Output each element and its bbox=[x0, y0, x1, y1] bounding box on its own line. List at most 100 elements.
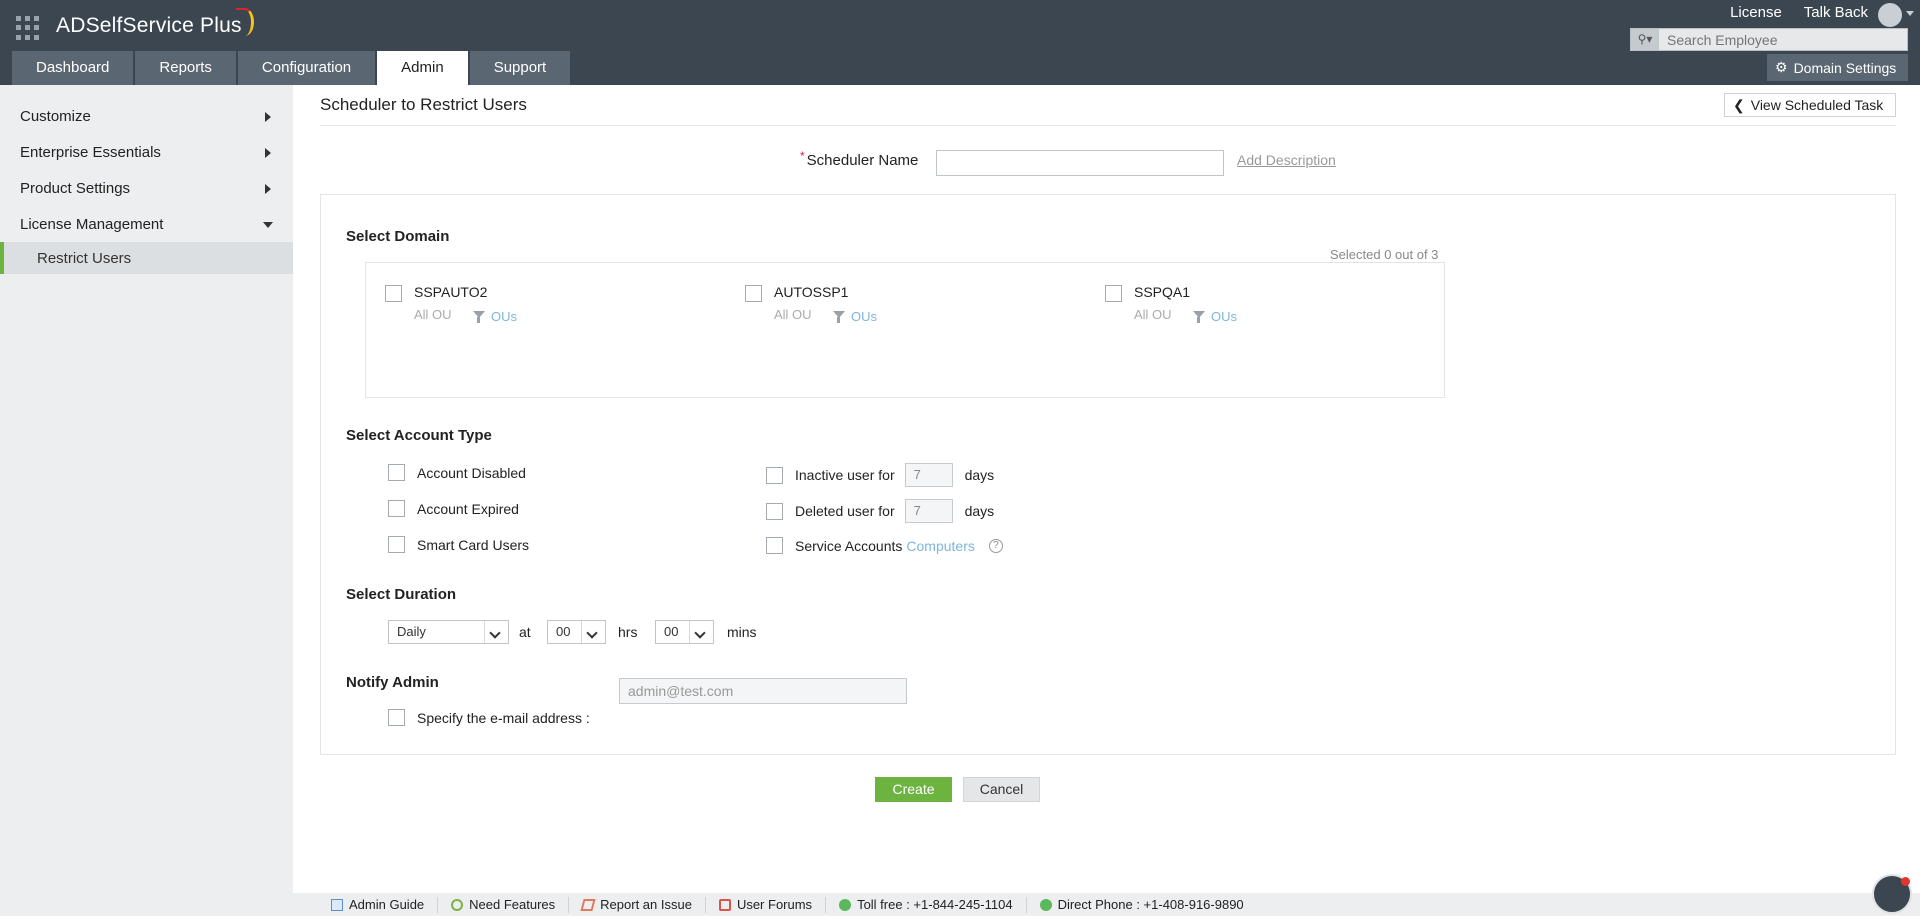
footer-report-issue[interactable]: Report an Issue bbox=[569, 896, 706, 913]
footer-label: Toll free : +1-844-245-1104 bbox=[857, 897, 1013, 912]
footer-direct-phone: Direct Phone : +1-408-916-9890 bbox=[1027, 897, 1257, 913]
days-label: days bbox=[964, 503, 995, 519]
option-label: Service Accounts bbox=[795, 537, 903, 554]
page-title: Scheduler to Restrict Users bbox=[320, 95, 527, 114]
smart-card-users-option[interactable]: Smart Card Users bbox=[388, 536, 529, 553]
domain-list: SSPAUTO2 All OU OUs AUTOSSP1 All OU OUs … bbox=[365, 262, 1445, 398]
top-links: License Talk Back bbox=[1730, 4, 1868, 21]
main-tabs: Dashboard Reports Configuration Admin Su… bbox=[12, 51, 572, 85]
tab-dashboard[interactable]: Dashboard bbox=[12, 51, 134, 85]
domain-checkbox[interactable] bbox=[1105, 285, 1122, 302]
tab-support[interactable]: Support bbox=[469, 51, 571, 85]
footer-need-features[interactable]: Need Features bbox=[438, 896, 570, 913]
checkbox[interactable] bbox=[766, 466, 783, 484]
domain-settings-label: Domain Settings bbox=[1793, 59, 1897, 76]
gear-icon: ⚙ bbox=[1775, 59, 1788, 75]
help-icon[interactable]: ? bbox=[988, 538, 1003, 553]
scheduler-form-panel: Select Domain Selected 0 out of 3 SSPAUT… bbox=[320, 194, 1896, 755]
cancel-button[interactable]: Cancel bbox=[963, 777, 1040, 802]
chevron-down-icon bbox=[581, 621, 605, 643]
scheduler-name-text: Scheduler Name bbox=[806, 152, 919, 169]
checkbox[interactable] bbox=[388, 709, 405, 726]
phone-icon bbox=[1039, 898, 1052, 911]
minutes-select[interactable]: 00 bbox=[655, 620, 714, 644]
scheduler-name-input[interactable] bbox=[936, 150, 1224, 176]
filter-icon[interactable] bbox=[473, 311, 485, 323]
footer-user-forums[interactable]: User Forums bbox=[706, 896, 827, 913]
book-icon bbox=[331, 898, 343, 911]
checkbox[interactable] bbox=[766, 537, 783, 554]
tab-configuration[interactable]: Configuration bbox=[237, 51, 376, 85]
sidebar-item-license-management[interactable]: License Management bbox=[0, 206, 293, 242]
option-label: Account Expired bbox=[417, 500, 519, 517]
checkbox[interactable] bbox=[388, 500, 405, 517]
footer-admin-guide[interactable]: Admin Guide bbox=[318, 896, 439, 913]
checkbox[interactable] bbox=[388, 464, 405, 481]
tab-reports[interactable]: Reports bbox=[135, 51, 236, 85]
option-label: Account Disabled bbox=[417, 464, 526, 481]
add-description-link[interactable]: Add Description bbox=[1237, 152, 1336, 168]
chevron-down-icon[interactable] bbox=[1906, 11, 1914, 16]
sidebar-item-customize[interactable]: Customize bbox=[0, 98, 293, 134]
domain-settings-button[interactable]: ⚙ Domain Settings bbox=[1767, 54, 1908, 81]
hours-value: 00 bbox=[556, 624, 571, 639]
ous-link[interactable]: OUs bbox=[1211, 309, 1237, 324]
hours-select[interactable]: 00 bbox=[547, 620, 606, 644]
domain-checkbox[interactable] bbox=[745, 285, 762, 302]
email-input[interactable]: admin@test.com bbox=[619, 678, 907, 704]
domain-scope: All OU bbox=[774, 307, 812, 322]
computers-link[interactable]: Computers bbox=[906, 538, 974, 554]
footer-label: Report an Issue bbox=[600, 897, 692, 912]
account-disabled-option[interactable]: Account Disabled bbox=[388, 464, 526, 481]
sidebar-item-product-settings[interactable]: Product Settings bbox=[0, 170, 293, 206]
inactive-days-input[interactable]: 7 bbox=[904, 463, 953, 487]
view-scheduled-task-label: View Scheduled Task bbox=[1750, 97, 1884, 113]
notify-email-option[interactable]: Specify the e-mail address : bbox=[388, 709, 590, 726]
footer-bar: Admin Guide Need Features Report an Issu… bbox=[0, 893, 1920, 916]
option-label: Inactive user for bbox=[795, 467, 895, 483]
deleted-days-input[interactable]: 7 bbox=[904, 499, 953, 523]
create-button[interactable]: Create bbox=[875, 777, 952, 802]
search-icon[interactable]: ⚲▾ bbox=[1631, 29, 1659, 50]
at-label: at bbox=[519, 624, 531, 640]
checkbox[interactable] bbox=[766, 502, 783, 520]
inactive-user-option: Inactive user for 7 days bbox=[766, 463, 994, 487]
view-scheduled-task-button[interactable]: ❮ View Scheduled Task bbox=[1724, 93, 1896, 117]
chevron-right-icon bbox=[265, 184, 271, 194]
footer-label: Admin Guide bbox=[349, 897, 425, 912]
ticket-icon bbox=[580, 898, 596, 911]
search-input[interactable] bbox=[1659, 29, 1907, 50]
option-label: Specify the e-mail address : bbox=[417, 709, 590, 726]
required-mark: * bbox=[800, 149, 805, 163]
domain-checkbox[interactable] bbox=[385, 285, 402, 302]
mins-label: mins bbox=[727, 624, 757, 640]
talk-back-link[interactable]: Talk Back bbox=[1804, 4, 1868, 21]
title-divider bbox=[320, 125, 1896, 126]
footer-label: Need Features bbox=[469, 897, 556, 912]
logo-arc-icon bbox=[236, 8, 254, 36]
license-link[interactable]: License bbox=[1730, 4, 1782, 21]
sidebar-subitem-restrict-users[interactable]: Restrict Users bbox=[0, 242, 293, 274]
tab-admin[interactable]: Admin bbox=[377, 51, 468, 85]
sidebar-item-label: Product Settings bbox=[20, 179, 131, 197]
filter-icon[interactable] bbox=[833, 311, 845, 323]
frequency-select[interactable]: Daily bbox=[388, 620, 509, 644]
sidebar-item-label: Enterprise Essentials bbox=[20, 143, 161, 161]
sidebar: Customize Enterprise Essentials Product … bbox=[0, 85, 293, 893]
minutes-value: 00 bbox=[664, 624, 679, 639]
ous-link[interactable]: OUs bbox=[491, 309, 517, 324]
forum-icon bbox=[718, 898, 731, 911]
account-expired-option[interactable]: Account Expired bbox=[388, 500, 519, 517]
chevron-down-icon bbox=[484, 621, 508, 643]
chat-assistant-icon[interactable] bbox=[1872, 874, 1912, 914]
ous-link[interactable]: OUs bbox=[851, 309, 877, 324]
app-grid-icon[interactable] bbox=[16, 16, 40, 40]
sidebar-item-enterprise-essentials[interactable]: Enterprise Essentials bbox=[0, 134, 293, 170]
select-domain-title: Select Domain bbox=[346, 228, 450, 245]
select-account-type-title: Select Account Type bbox=[346, 427, 492, 444]
chevron-down-icon bbox=[689, 621, 713, 643]
user-avatar-icon[interactable] bbox=[1878, 3, 1902, 27]
checkbox[interactable] bbox=[388, 536, 405, 553]
hrs-label: hrs bbox=[618, 624, 638, 640]
filter-icon[interactable] bbox=[1193, 311, 1205, 323]
